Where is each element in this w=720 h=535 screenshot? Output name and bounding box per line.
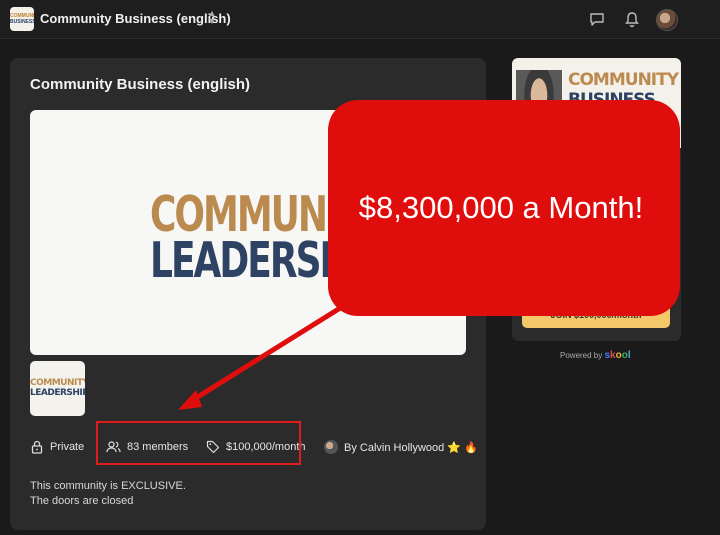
user-avatar[interactable] xyxy=(656,9,678,31)
price-callout: $8,300,000 a Month! xyxy=(328,100,680,316)
description-line1: This community is EXCLUSIVE. xyxy=(30,480,186,492)
description-line2: The doors are closed xyxy=(30,495,134,507)
thumb-line2: LEADERSHIP xyxy=(30,388,85,398)
skool-logo: skool xyxy=(604,350,631,361)
card-title: Community Business (english) xyxy=(30,76,251,93)
chevron-updown-icon[interactable]: ▲ ▼ xyxy=(204,9,220,29)
author-label: By Calvin Hollywood ⭐ 🔥 xyxy=(344,441,478,454)
gallery-thumbnail[interactable]: COMMUNITY LEADERSHIP xyxy=(30,361,85,416)
highlight-box xyxy=(96,421,301,465)
community-title[interactable]: Community Business (english) xyxy=(40,11,231,26)
logo-line2: BUSINESS xyxy=(10,19,34,25)
thumb-line1: COMMUNITY xyxy=(30,378,85,388)
chat-icon[interactable] xyxy=(588,10,606,28)
author-avatar xyxy=(324,440,338,454)
powered-label: Powered by xyxy=(560,351,603,360)
powered-by[interactable]: Powered by skool xyxy=(560,350,631,361)
bell-icon[interactable] xyxy=(623,10,641,28)
top-bar: COMMUNITY BUSINESS Community Business (e… xyxy=(0,0,720,39)
privacy-info: Private xyxy=(30,440,84,454)
author-info[interactable]: By Calvin Hollywood ⭐ 🔥 xyxy=(324,440,478,454)
community-logo[interactable]: COMMUNITY BUSINESS xyxy=(10,7,34,31)
side-text-line1: COMMUNITY xyxy=(568,70,679,90)
callout-text: $8,300,000 a Month! xyxy=(358,190,644,225)
lock-icon xyxy=(31,440,43,454)
privacy-label: Private xyxy=(50,441,85,453)
